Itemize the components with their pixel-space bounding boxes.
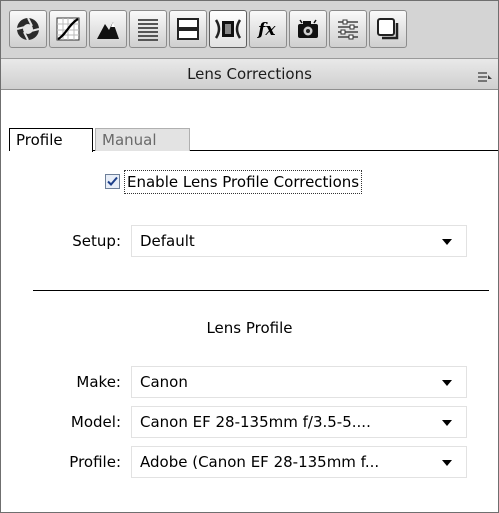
make-value: Canon [140, 373, 188, 391]
profile-value: Adobe (Canon EF 28-135mm f... [140, 453, 380, 471]
model-label: Model: [70, 413, 121, 431]
basic-aperture-icon[interactable] [9, 10, 47, 48]
dropdown-arrow-icon [442, 460, 452, 466]
svg-text:fx: fx [257, 20, 276, 40]
lens-profile-heading: Lens Profile [206, 319, 293, 337]
setup-label: Setup: [72, 232, 121, 250]
enable-lens-profile-label[interactable]: Enable Lens Profile Corrections [124, 170, 363, 194]
presets-icon[interactable] [329, 10, 367, 48]
tab-manual[interactable]: Manual [95, 128, 190, 151]
profile-label: Profile: [69, 453, 121, 471]
split-toning-icon[interactable] [169, 10, 207, 48]
adjustment-toolbar: fx [1, 1, 498, 59]
hsl-grayscale-icon[interactable] [129, 10, 167, 48]
tab-profile[interactable]: Profile [10, 128, 93, 152]
profile-select[interactable]: Adobe (Canon EF 28-135mm f... [131, 446, 467, 478]
tone-curve-icon[interactable] [49, 10, 87, 48]
lens-corrections-panel: fx Lens Corrections Profile Manual Enabl… [0, 0, 499, 513]
dropdown-arrow-icon [442, 380, 452, 386]
snapshots-icon[interactable] [369, 10, 407, 48]
model-value: Canon EF 28-135mm f/3.5-5.... [140, 413, 371, 431]
lens-corrections-icon[interactable] [209, 10, 247, 48]
dropdown-arrow-icon [442, 420, 452, 426]
enable-lens-profile-checkbox[interactable] [105, 174, 120, 189]
detail-icon[interactable] [89, 10, 127, 48]
camera-calibration-icon[interactable] [289, 10, 327, 48]
section-divider [33, 290, 489, 291]
fx-effects-icon[interactable]: fx [249, 10, 287, 48]
panel-title: Lens Corrections [187, 65, 312, 83]
panel-header: Lens Corrections [1, 59, 498, 90]
make-select[interactable]: Canon [131, 366, 467, 398]
checkmark-icon [107, 176, 118, 186]
setup-value: Default [140, 232, 195, 250]
setup-select[interactable]: Default [131, 225, 467, 257]
make-label: Make: [76, 373, 121, 391]
model-select[interactable]: Canon EF 28-135mm f/3.5-5.... [131, 406, 467, 438]
panel-content: Profile Manual Enable Lens Profile Corre… [1, 90, 498, 512]
panel-menu-icon[interactable] [478, 68, 492, 82]
dropdown-arrow-icon [442, 239, 452, 245]
